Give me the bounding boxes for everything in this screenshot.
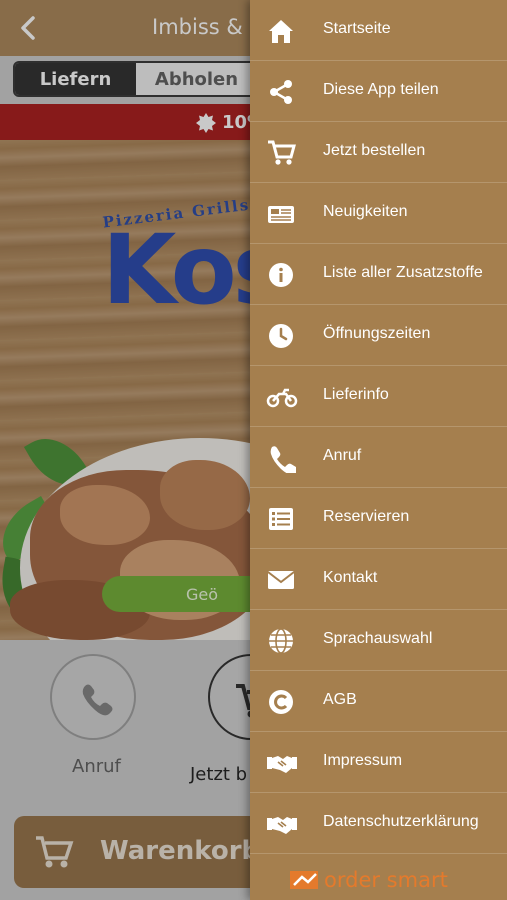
handshake-icon (266, 809, 297, 839)
menu-item-delivery-info[interactable]: Lieferinfo (250, 366, 507, 427)
envelope-icon (266, 565, 296, 595)
menu-label: AGB (323, 691, 357, 708)
menu-item-startseite[interactable]: Startseite (250, 0, 507, 61)
menu-label: Öffnungszeiten (323, 325, 431, 342)
news-icon (266, 199, 296, 229)
menu-item-order[interactable]: Jetzt bestellen (250, 122, 507, 183)
menu-item-reserve[interactable]: Reservieren (250, 488, 507, 549)
brand-logo: order smart (290, 868, 448, 892)
info-icon (266, 260, 296, 290)
globe-icon (266, 626, 296, 656)
menu-label: Reservieren (323, 508, 410, 525)
menu-label: Impressum (323, 752, 403, 769)
list-icon (266, 504, 296, 534)
menu-label: Lieferinfo (323, 386, 389, 403)
menu-label: Liste aller Zusatzstoffe (323, 264, 483, 281)
share-icon (266, 77, 296, 107)
clock-icon (266, 321, 296, 351)
menu-item-call[interactable]: Anruf (250, 427, 507, 488)
menu-label: Jetzt bestellen (323, 142, 426, 159)
motorbike-icon (266, 382, 298, 412)
handshake-icon (266, 748, 297, 778)
menu-label: Diese App teilen (323, 81, 439, 98)
menu-item-share[interactable]: Diese App teilen (250, 61, 507, 122)
menu-item-additives[interactable]: Liste aller Zusatzstoffe (250, 244, 507, 305)
menu-label: Neuigkeiten (323, 203, 408, 220)
menu-item-privacy[interactable]: Datenschutzerklärung (250, 793, 507, 854)
home-icon (266, 16, 296, 46)
brand-text: order smart (324, 868, 448, 892)
menu-label: Kontakt (323, 569, 378, 586)
menu-item-language[interactable]: Sprachauswahl (250, 610, 507, 671)
cart-icon (266, 138, 296, 168)
menu-label: Sprachauswahl (323, 630, 433, 647)
menu-item-terms[interactable]: AGB (250, 671, 507, 732)
menu-item-imprint[interactable]: Impressum (250, 732, 507, 793)
menu-label: Anruf (323, 447, 362, 464)
menu-label: Startseite (323, 20, 391, 37)
menu-item-news[interactable]: Neuigkeiten (250, 183, 507, 244)
order-smart-logo-icon (290, 871, 318, 889)
phone-icon (266, 443, 298, 475)
side-menu: Startseite Diese App teilen Jetzt bestel… (250, 0, 507, 900)
menu-item-contact[interactable]: Kontakt (250, 549, 507, 610)
menu-label: Datenschutzerklärung (323, 813, 479, 830)
menu-item-opening-hours[interactable]: Öffnungszeiten (250, 305, 507, 366)
copyright-icon (266, 687, 296, 717)
